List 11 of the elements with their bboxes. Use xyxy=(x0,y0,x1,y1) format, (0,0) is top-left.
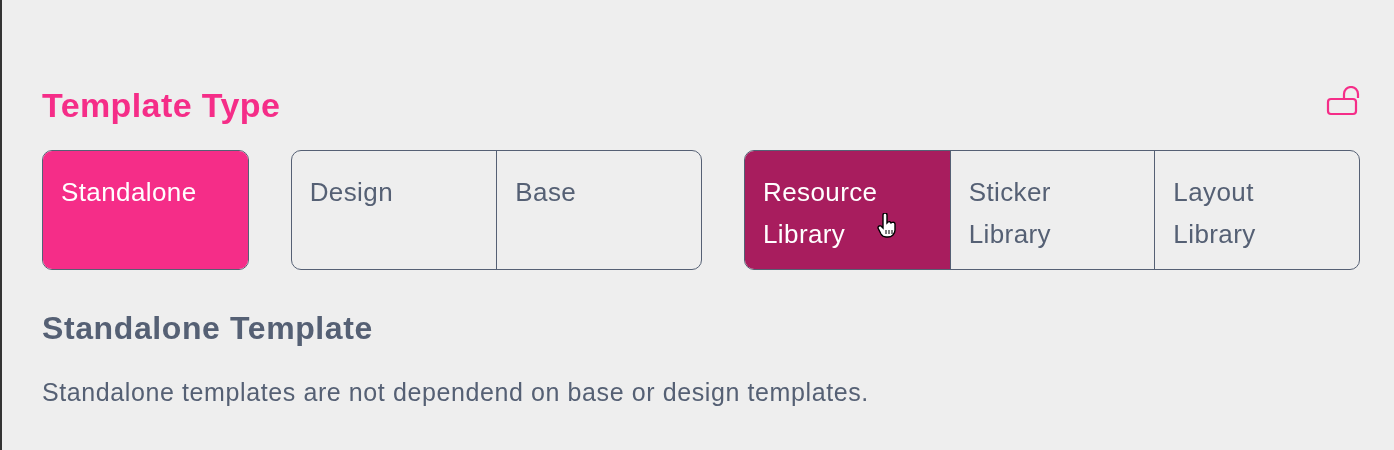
template-type-button[interactable]: Sticker Library xyxy=(949,151,1155,269)
template-description: Standalone templates are not dependend on base or design templates. xyxy=(42,378,870,407)
template-type-button[interactable]: Resource Library xyxy=(745,151,950,269)
section-title: Template Type xyxy=(42,85,281,126)
template-heading: Standalone Template xyxy=(42,309,374,348)
unlocked-padlock-icon[interactable] xyxy=(1326,86,1360,116)
template-type-button[interactable]: Standalone xyxy=(43,151,248,269)
template-type-button[interactable]: Design xyxy=(291,151,497,269)
template-type-button[interactable]: Layout Library xyxy=(1154,151,1359,269)
hand-cursor-icon xyxy=(877,213,897,239)
template-type-button[interactable]: Base xyxy=(496,151,701,269)
